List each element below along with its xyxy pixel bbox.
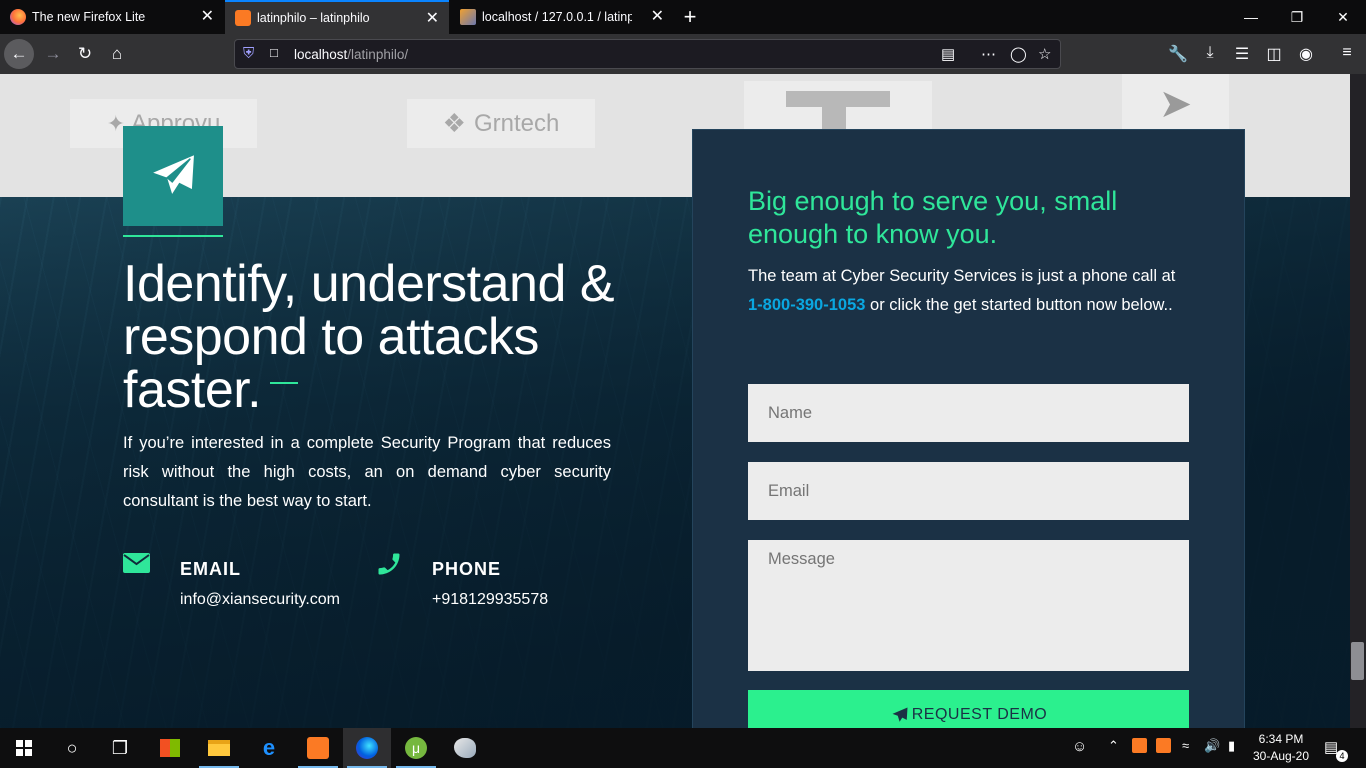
new-tab-button[interactable]: + [674,0,706,34]
edge-icon[interactable]: e [245,728,293,768]
clock-date[interactable]: 30-Aug-20 [1252,749,1310,763]
forward-icon[interactable]: → [38,39,68,69]
tab-title: The new Firefox Lite [32,10,146,24]
hero-intro: If you’re interested in a complete Secur… [123,434,611,510]
logo-swift: ➤ [1122,74,1229,134]
library-icon[interactable]: ☰ [1231,44,1253,64]
paper-plane-icon [149,153,196,198]
tc-mark-icon [786,91,890,131]
store-icon[interactable] [146,728,194,768]
firefox-taskbar-icon[interactable] [343,728,391,768]
firefox-icon [10,9,26,25]
phone-value[interactable]: +918129935578 [432,591,548,609]
reload-icon[interactable]: ↻ [70,39,100,69]
menu-icon[interactable]: ≡ [1336,44,1358,62]
close-window-icon[interactable]: ✕ [1320,0,1366,34]
phpmyadmin-icon [460,9,476,25]
search-icon[interactable]: ○ [48,728,96,768]
card-title: Big enough to serve you, small enough to… [748,186,1118,249]
email-value[interactable]: info@xiansecurity.com [180,591,340,609]
close-tab-icon[interactable]: ✕ [651,9,664,25]
url-text[interactable]: localhost/latinphilo/ [294,47,408,62]
page-actions-icon[interactable]: ⋯ [981,45,997,63]
sidebar-icon[interactable]: ◫ [1263,44,1285,64]
request-demo-label: REQUEST DEMO [911,706,1048,723]
tab-strip: The new Firefox Lite ✕ latinphilo – lati… [0,0,1366,34]
tab-phpmyadmin[interactable]: localhost / 127.0.0.1 / latinphilo ✕ [450,0,674,34]
url-bar[interactable]: ⛨ □ localhost/latinphilo/ ▤ ⋯ ◯ ☆ [234,39,1061,69]
email-label: EMAIL [180,559,241,579]
utorrent-icon[interactable]: μ [392,728,440,768]
wifi-icon[interactable]: ≈ [1182,738,1189,753]
paper-plane-icon [892,707,908,722]
paint-icon[interactable] [441,728,489,768]
send-icon-box [123,126,223,226]
windows-taskbar: ○ ❐ e μ ☺ ⌃ ≈ 🔊 ▮ 6:34 PM 30-Aug-20 ▤ 4 [0,728,1366,768]
phone-icon [375,550,403,585]
pocket-icon[interactable]: ◯ [1010,45,1027,63]
page-icon: □ [270,45,278,60]
account-icon[interactable]: ◉ [1295,44,1317,64]
close-tab-icon[interactable]: ✕ [201,9,214,25]
show-hidden-icons[interactable]: ⌃ [1108,738,1119,754]
logo-grntech: ❖ Grntech [407,99,595,148]
task-view-icon[interactable]: ❐ [96,728,144,768]
card-text: The team at Cyber Security Services is j… [748,267,1176,314]
notification-count: 4 [1336,750,1348,762]
back-icon[interactable]: ← [4,39,34,69]
leaf-icon: ❖ [442,108,466,138]
wrench-icon[interactable]: 🔧 [1167,44,1189,64]
scrollbar-thumb[interactable] [1351,642,1364,680]
request-demo-button[interactable]: REQUEST DEMO [748,690,1189,728]
tab-firefox-lite[interactable]: The new Firefox Lite ✕ [0,0,224,34]
xampp-tray-icon[interactable] [1132,738,1147,753]
message-textarea[interactable] [748,540,1189,671]
tab-title: latinphilo – latinphilo [257,11,370,25]
demo-request-card: Big enough to serve you, small enough to… [692,129,1245,728]
web-page: ✦ Approvu ❖ Grntech ➤ Identify, understand… [0,74,1350,728]
restore-icon[interactable]: ❐ [1274,0,1320,34]
volume-icon[interactable]: 🔊 [1204,738,1220,754]
close-tab-icon[interactable]: ✕ [426,11,439,27]
heading-dash [270,382,298,384]
battery-icon[interactable]: ▮ [1228,738,1235,754]
accent-underline [123,235,223,237]
phone-label: PHONE [432,559,502,579]
windows-start-icon[interactable] [0,728,48,768]
swift-bird-icon: ➤ [1158,82,1193,126]
clock-time[interactable]: 6:34 PM [1252,732,1310,746]
xampp-tray-icon-2[interactable] [1156,738,1171,753]
tab-latinphilo[interactable]: latinphilo – latinphilo ✕ [225,0,449,34]
hero-heading: Identify, understand & respond to attack… [123,255,615,419]
people-icon[interactable]: ☺ [1072,738,1087,755]
minimize-icon[interactable]: — [1228,0,1274,34]
shield-icon[interactable]: ⛨ [243,45,254,62]
tab-title: localhost / 127.0.0.1 / latinphilo [482,10,632,24]
download-icon[interactable]: ⤓ [1199,44,1221,62]
file-explorer-icon[interactable] [195,728,243,768]
name-input[interactable] [748,384,1189,442]
xampp-taskbar-icon[interactable] [294,728,342,768]
bookmark-star-icon[interactable]: ☆ [1038,45,1051,63]
envelope-icon [123,552,150,580]
xampp-icon [235,10,251,26]
reader-view-icon[interactable]: ▤ [941,45,955,63]
page-scrollbar[interactable] [1350,74,1366,728]
email-input[interactable] [748,462,1189,520]
home-icon[interactable]: ⌂ [102,39,132,69]
phone-link[interactable]: 1-800-390-1053 [748,296,865,314]
